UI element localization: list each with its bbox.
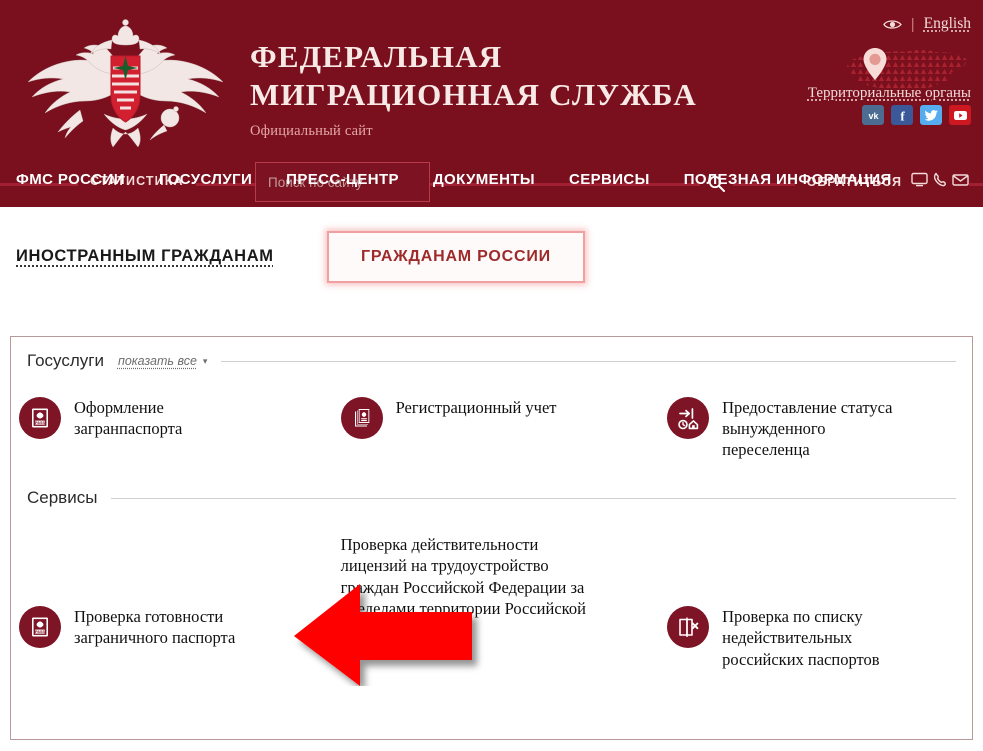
social-links: vk f xyxy=(741,105,971,125)
header-top: ФЕДЕРАЛЬНАЯ МИГРАЦИОННАЯ СЛУЖБА Официаль… xyxy=(0,0,983,158)
youtube-icon[interactable] xyxy=(949,105,971,125)
chevron-down-icon[interactable]: ▾ xyxy=(203,356,208,367)
card-registration-record[interactable]: Регистрационный учет xyxy=(340,397,668,460)
nav-item-useful-info[interactable]: ПОЛЕЗНАЯ ИНФОРМАЦИЯ xyxy=(684,171,892,188)
registration-document-icon xyxy=(340,397,383,439)
passport-pass-icon: PASS xyxy=(19,397,61,439)
double-headed-eagle-emblem xyxy=(18,18,233,148)
brand-line-2: МИГРАЦИОННАЯ СЛУЖБА xyxy=(250,76,697,112)
section-header-gosuslugi: Госуслуги показать все ▾ xyxy=(11,351,972,371)
card-forced-migrant-status[interactable]: Предоставление статуса вынужденного пере… xyxy=(667,397,964,460)
vk-icon[interactable]: vk xyxy=(862,105,884,125)
nav-item-documents[interactable]: ДОКУМЕНТЫ xyxy=(433,171,535,188)
svg-text:vk: vk xyxy=(868,111,879,121)
svg-text:PASS: PASS xyxy=(35,630,45,634)
card-invalid-passports-check[interactable]: Проверка по списку недействительных росс… xyxy=(667,526,964,669)
main-navigation: ФМС РОССИИ ГОСУСЛУГИ ПРЕСС-ЦЕНТР ДОКУМЕН… xyxy=(0,151,983,207)
page-root: ФЕДЕРАЛЬНАЯ МИГРАЦИОННАЯ СЛУЖБА Официаль… xyxy=(0,0,983,751)
header-utilities: | English Территориальные органы vk f xyxy=(741,14,971,125)
site-brand: ФЕДЕРАЛЬНАЯ МИГРАЦИОННАЯ СЛУЖБА Официаль… xyxy=(250,38,697,140)
invalid-passport-icon xyxy=(667,606,710,649)
brand-subtitle: Официальный сайт xyxy=(250,122,373,139)
nav-item-fms[interactable]: ФМС РОССИИ xyxy=(16,171,125,188)
card-label: Проверка по списку недействительных росс… xyxy=(722,607,880,669)
svg-text:f: f xyxy=(900,108,905,123)
audience-tabs: ИНОСТРАННЫМ ГРАЖДАНАМ ГРАЖДАНАМ РОССИИ xyxy=(0,227,983,291)
section-rule xyxy=(221,360,956,362)
language-row: | English xyxy=(741,14,971,34)
card-label: Проверка готовности заграничного паспорт… xyxy=(74,607,236,648)
nav-item-services[interactable]: СЕРВИСЫ xyxy=(569,171,650,188)
facebook-icon[interactable]: f xyxy=(891,105,913,125)
nav-item-gosuslugi[interactable]: ГОСУСЛУГИ xyxy=(159,171,252,188)
russia-map-block[interactable]: Территориальные органы xyxy=(741,40,971,101)
section-header-servisy: Сервисы xyxy=(11,488,972,508)
card-passport-readiness-check[interactable]: PASS Проверка готовности заграничного па… xyxy=(19,526,341,649)
show-all-link[interactable]: показать все xyxy=(118,354,197,368)
card-label: Оформление загранпаспорта xyxy=(74,398,183,439)
svg-text:PASS: PASS xyxy=(35,421,45,425)
territorial-bodies-link[interactable]: Территориальные органы xyxy=(808,85,971,102)
lang-separator: | xyxy=(910,15,915,33)
section-rule xyxy=(111,497,956,499)
brand-line-1: ФЕДЕРАЛЬНАЯ xyxy=(250,39,503,74)
card-license-validity-check[interactable]: Проверка действительности лицензий на тр… xyxy=(341,526,668,640)
twitter-icon[interactable] xyxy=(920,105,942,125)
passport-pass-icon: PASS xyxy=(19,606,61,649)
section-title: Госуслуги xyxy=(27,351,104,370)
site-header: ФЕДЕРАЛЬНАЯ МИГРАЦИОННАЯ СЛУЖБА Официаль… xyxy=(0,0,983,207)
card-label: Проверка действительности лицензий на тр… xyxy=(340,535,586,639)
content-panel: Госуслуги показать все ▾ PASS Оформление… xyxy=(10,336,973,740)
forced-migrant-status-icon xyxy=(667,397,710,439)
gosuslugi-card-row: PASS Оформление загранпаспорта Регистрац… xyxy=(11,397,972,460)
tab-foreign-citizens[interactable]: ИНОСТРАННЫМ ГРАЖДАНАМ xyxy=(16,247,274,266)
section-title: Сервисы xyxy=(27,488,98,508)
tab-russian-citizens[interactable]: ГРАЖДАНАМ РОССИИ xyxy=(327,231,585,283)
nav-list: ФМС РОССИИ ГОСУСЛУГИ ПРЕСС-ЦЕНТР ДОКУМЕН… xyxy=(0,171,892,188)
eye-icon[interactable] xyxy=(882,18,902,31)
servisy-card-row: PASS Проверка готовности заграничного па… xyxy=(11,526,972,669)
card-label: Регистрационный учет xyxy=(395,398,557,417)
nav-item-press-center[interactable]: ПРЕСС-ЦЕНТР xyxy=(286,171,399,188)
language-link[interactable]: English xyxy=(924,15,971,33)
card-passport-issuance[interactable]: PASS Оформление загранпаспорта xyxy=(19,397,341,460)
card-label: Предоставление статуса вынужденного пере… xyxy=(722,398,893,460)
